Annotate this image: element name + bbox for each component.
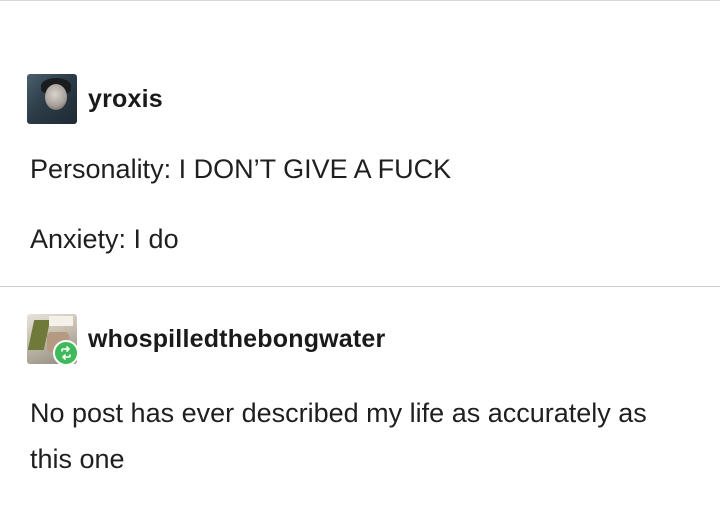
reblog-icon	[61, 346, 71, 360]
post-text-line: Anxiety: I do	[30, 224, 179, 254]
post-header: yroxis	[27, 74, 163, 124]
avatar[interactable]	[27, 74, 77, 124]
avatar-image	[45, 84, 67, 110]
post-text: No post has ever described my life as ac…	[30, 398, 647, 474]
reblog-post: whospilledthebongwater No post has ever …	[0, 288, 720, 532]
username[interactable]: yroxis	[88, 85, 163, 114]
post-text-line: Personality: I DON’T GIVE A FUCK	[30, 154, 452, 184]
original-post: yroxis Personality: I DON’T GIVE A FUCK …	[0, 0, 720, 287]
post-header: whospilledthebongwater	[27, 314, 385, 366]
username[interactable]: whospilledthebongwater	[88, 325, 385, 354]
avatar-image	[49, 316, 73, 326]
post-divider	[0, 286, 720, 287]
reblog-icon	[53, 340, 79, 366]
avatar[interactable]	[27, 314, 79, 366]
